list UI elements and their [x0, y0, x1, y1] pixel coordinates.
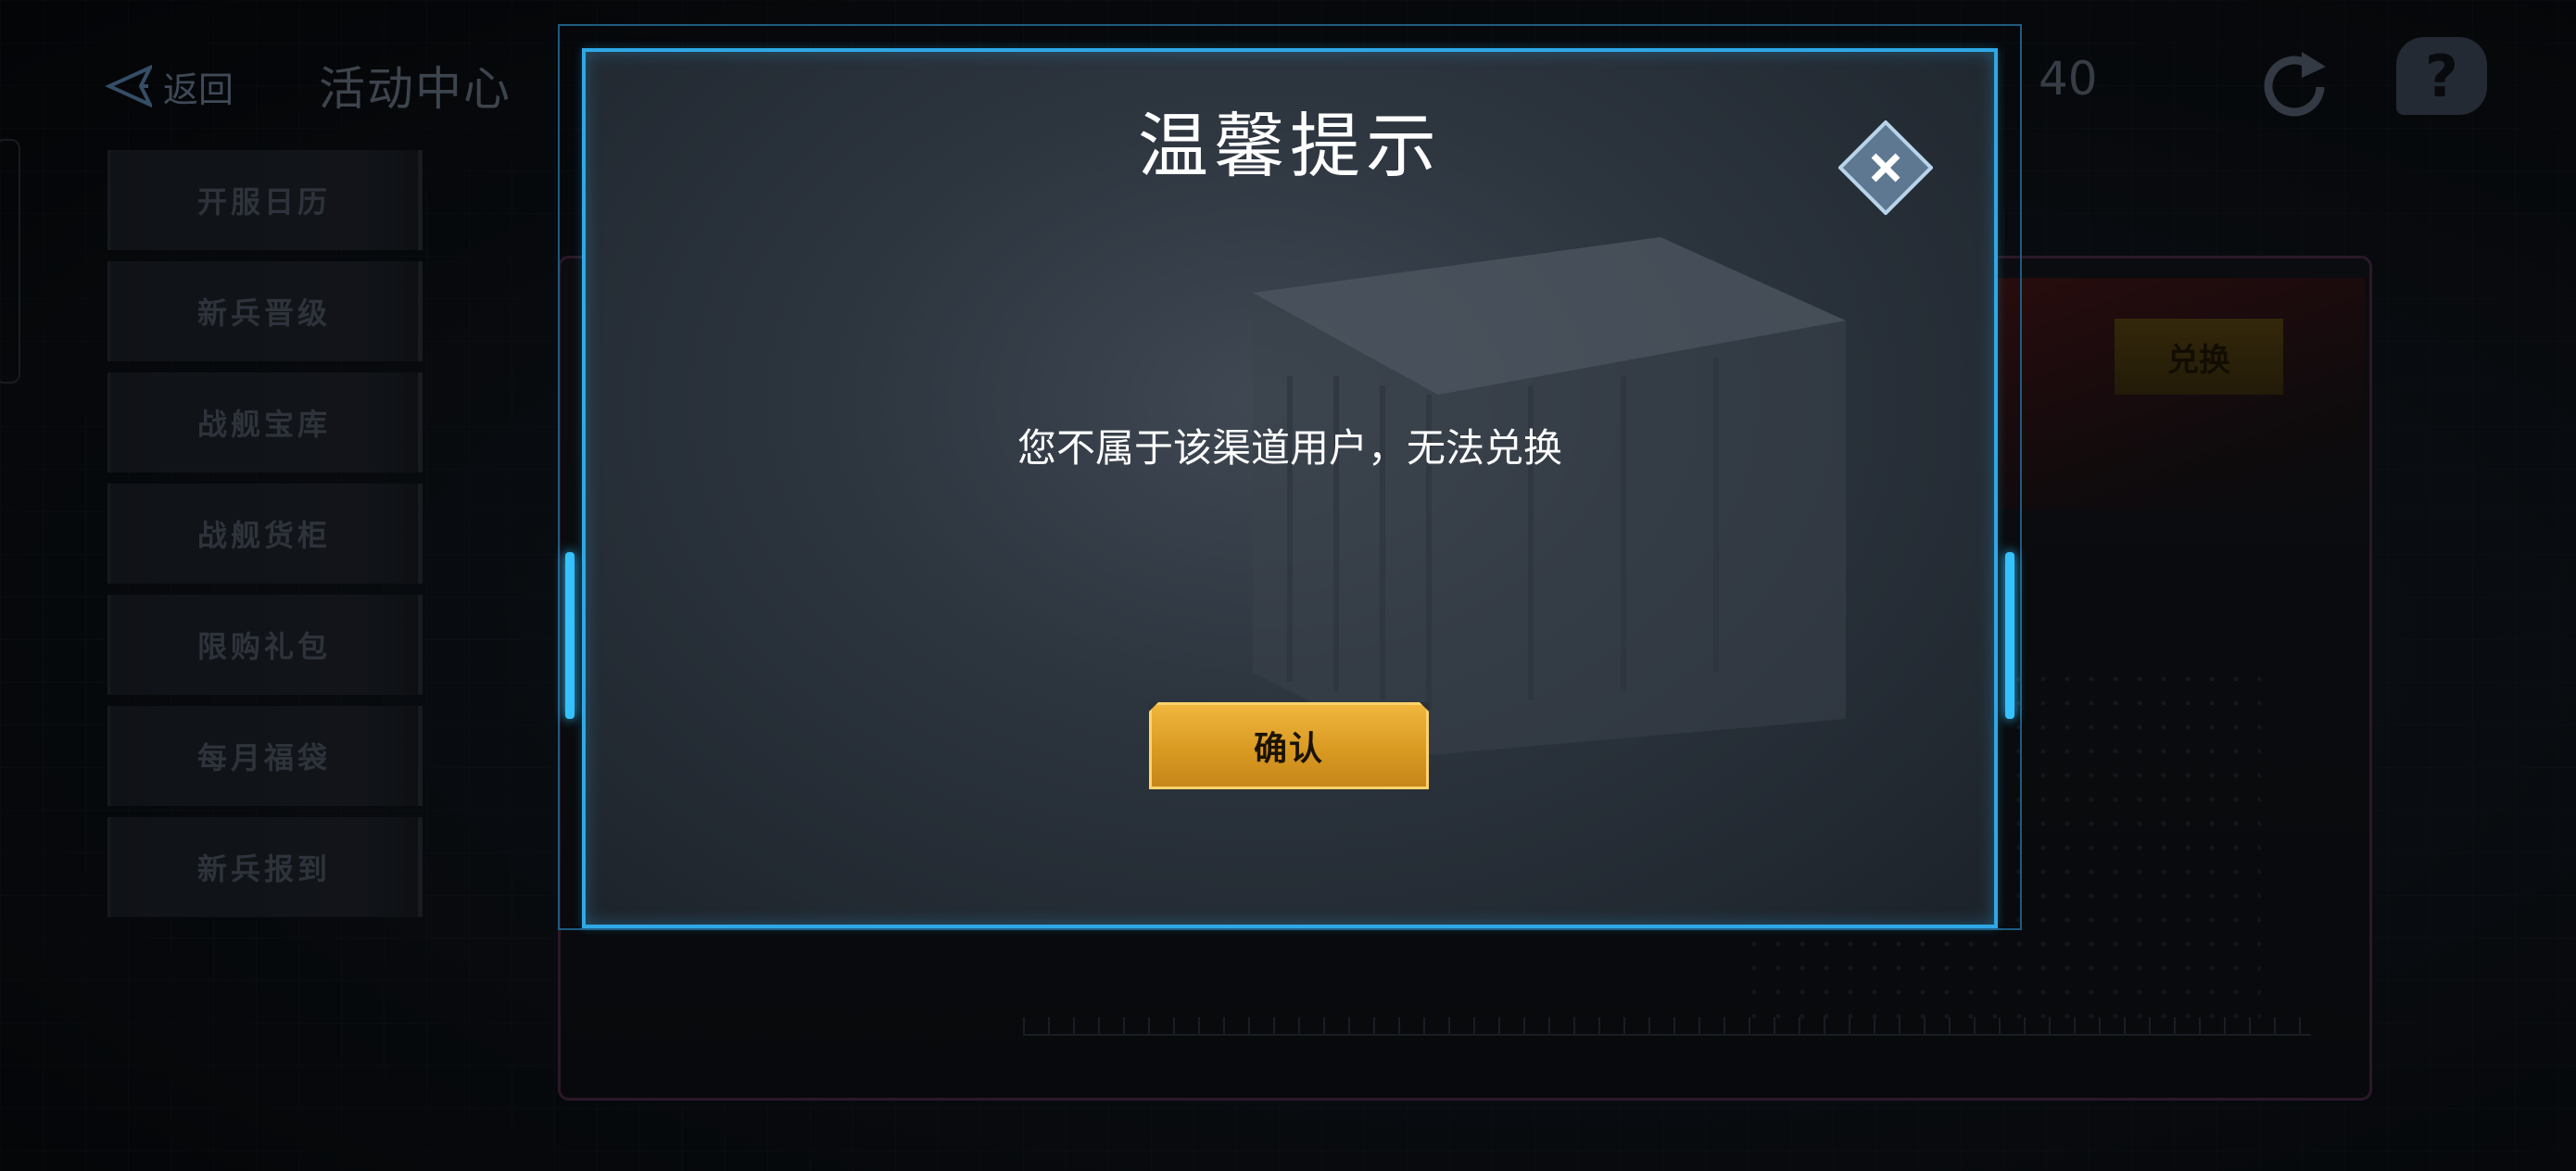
dialog-message: 您不属于该渠道用户，无法兑换 [1017, 425, 1562, 471]
dialog-glow-right [2005, 552, 2014, 719]
close-icon [1837, 120, 1934, 216]
close-button[interactable] [1837, 120, 1934, 216]
dialog-title: 温馨提示 [1138, 105, 1442, 187]
confirm-label: 确认 [1253, 730, 1324, 768]
confirm-button[interactable]: 确认 [1149, 702, 1429, 789]
screen: 返回 活动中心 40 ? 开服日历 新兵晋级 战舰宝库 战舰货柜 限购礼包 每月… [0, 0, 2576, 1171]
dialog-glow-left [565, 552, 575, 719]
notice-dialog: 温馨提示 您不属于该渠道用户，无法兑换 确认 [558, 24, 2022, 930]
container-illustration [1253, 237, 1846, 756]
